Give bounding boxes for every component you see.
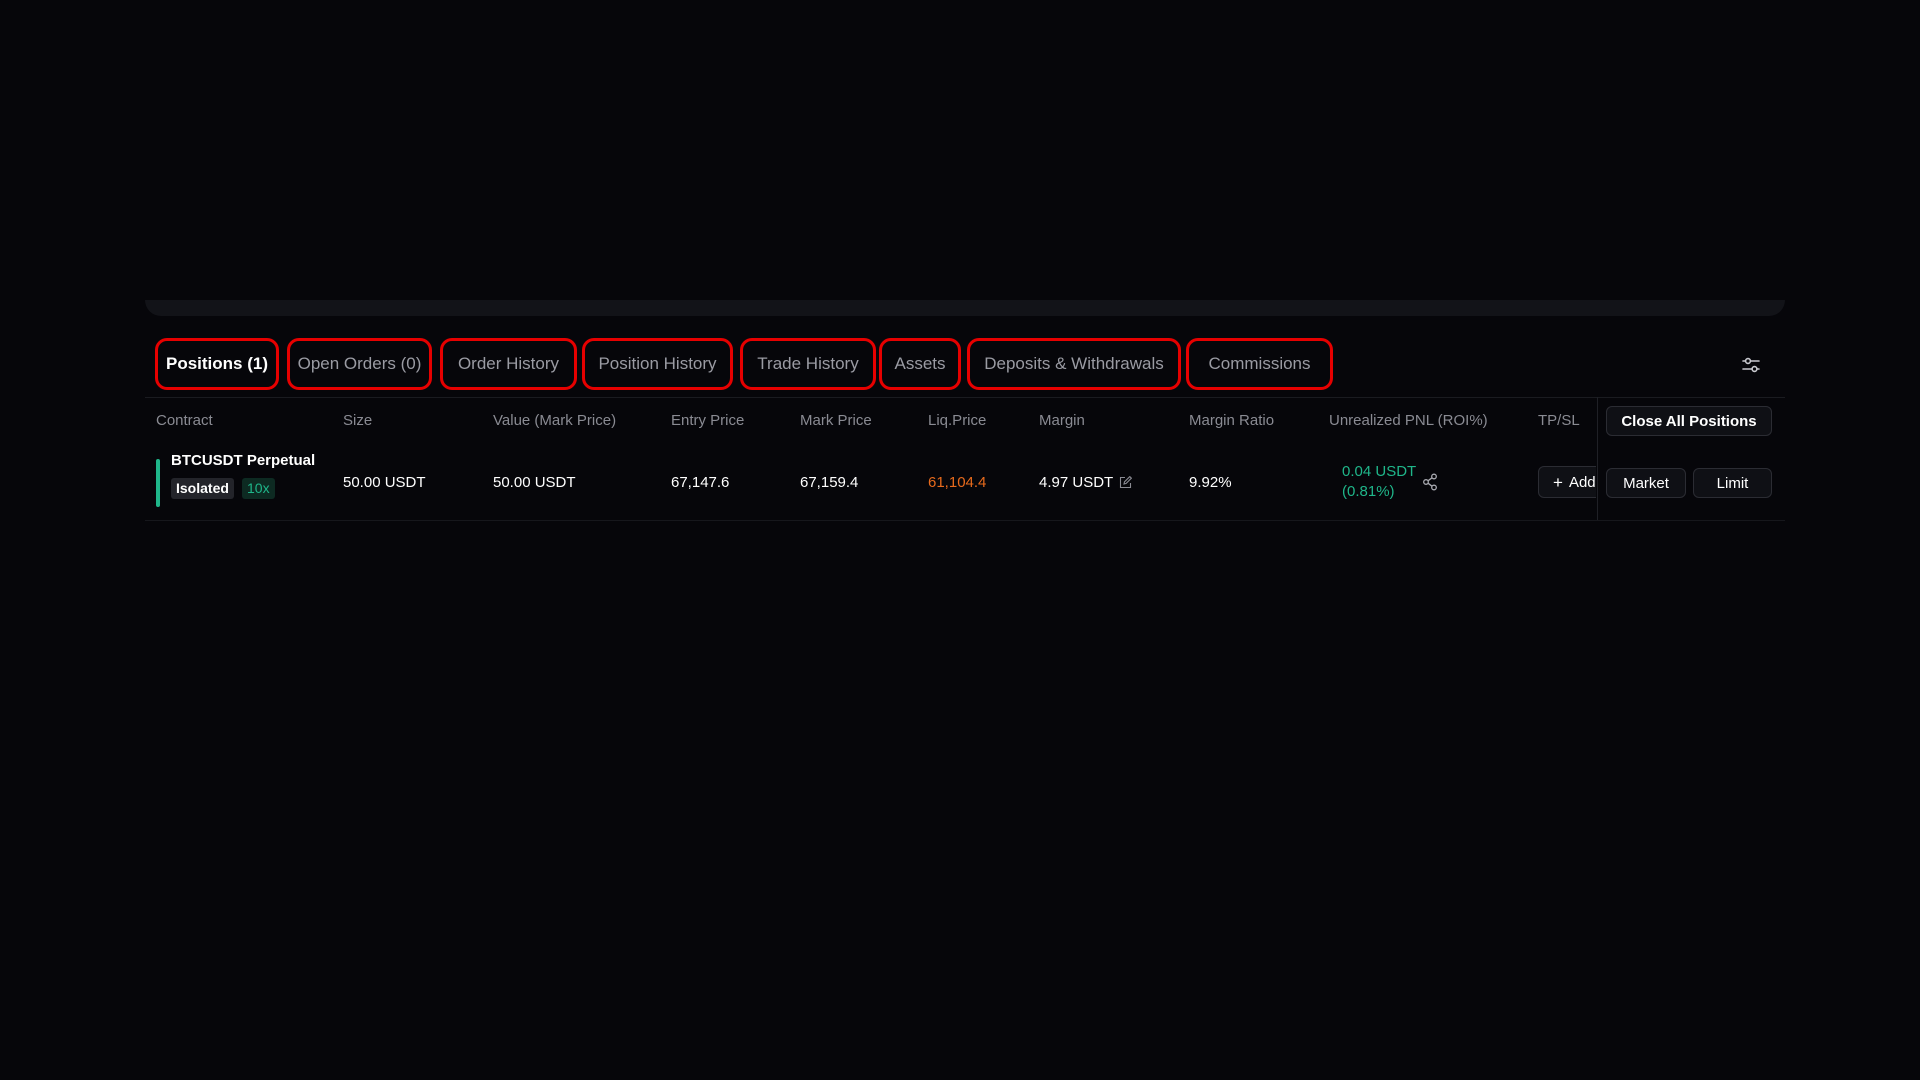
- tab-positions[interactable]: Positions (1): [155, 338, 279, 390]
- header-liq-price: Liq.Price: [928, 412, 987, 429]
- tab-deposits-withdrawals[interactable]: Deposits & Withdrawals: [967, 338, 1181, 390]
- header-margin-ratio: Margin Ratio: [1189, 412, 1275, 429]
- margin-value: 4.97 USDT: [1039, 473, 1114, 491]
- tab-position-history[interactable]: Position History: [582, 338, 733, 390]
- header-unrealized-pnl: Unrealized PNL (ROI%): [1329, 412, 1488, 429]
- long-position-indicator: [156, 459, 160, 507]
- table-header: Contract Size Value (Mark Price) Entry P…: [145, 398, 1785, 444]
- roi-value: (0.81%): [1342, 483, 1395, 500]
- header-contract: Contract: [156, 412, 213, 429]
- header-size: Size: [343, 412, 373, 429]
- tab-open-orders[interactable]: Open Orders (0): [287, 338, 432, 390]
- pnl-value: 0.04 USDT: [1342, 463, 1417, 480]
- close-all-positions-button[interactable]: Close All Positions: [1606, 406, 1772, 436]
- tab-commissions[interactable]: Commissions: [1186, 338, 1333, 390]
- limit-close-button[interactable]: Limit: [1693, 468, 1772, 498]
- market-close-button[interactable]: Market: [1606, 468, 1686, 498]
- tab-assets[interactable]: Assets: [879, 338, 961, 390]
- tab-order-history[interactable]: Order History: [440, 338, 577, 390]
- header-mark-price: Mark Price: [800, 412, 872, 429]
- add-tpsl-label: Add: [1568, 473, 1596, 491]
- size-value: 50.00 USDT: [343, 473, 426, 491]
- entry-price-value: 67,147.6: [671, 473, 730, 491]
- share-icon[interactable]: [1422, 473, 1438, 491]
- mark-price-value: 67,159.4: [800, 473, 859, 491]
- position-value: 50.00 USDT: [493, 473, 576, 491]
- table-row: BTCUSDT Perpetual Isolated 10x 50.00 USD…: [145, 444, 1785, 521]
- margin-ratio-value: 9.92%: [1189, 473, 1232, 491]
- header-margin: Margin: [1039, 412, 1085, 429]
- tab-bar: Positions (1) Open Orders (0) Order Hist…: [145, 337, 1785, 398]
- edit-icon[interactable]: [1119, 475, 1133, 489]
- leverage-badge: 10x: [242, 478, 275, 499]
- margin-cell: 4.97 USDT: [1039, 444, 1133, 520]
- add-tpsl-button[interactable]: + Add: [1538, 466, 1596, 498]
- margin-mode-badge: Isolated: [171, 478, 234, 499]
- header-entry-price: Entry Price: [671, 412, 745, 429]
- header-tpsl: TP/SL: [1538, 412, 1580, 429]
- header-value: Value (Mark Price): [493, 412, 617, 429]
- positions-panel: Positions (1) Open Orders (0) Order Hist…: [145, 300, 1785, 522]
- panel-top-bar: [145, 300, 1785, 316]
- tab-trade-history[interactable]: Trade History: [740, 338, 876, 390]
- contract-name[interactable]: BTCUSDT Perpetual: [171, 452, 315, 469]
- liq-price-value: 61,104.4: [928, 473, 987, 491]
- tpsl-add-clip: + Add: [1538, 466, 1596, 498]
- unrealized-pnl: 0.04 USDT (0.81%): [1342, 462, 1416, 502]
- plus-icon: +: [1553, 472, 1563, 492]
- sliders-icon[interactable]: [1740, 354, 1762, 376]
